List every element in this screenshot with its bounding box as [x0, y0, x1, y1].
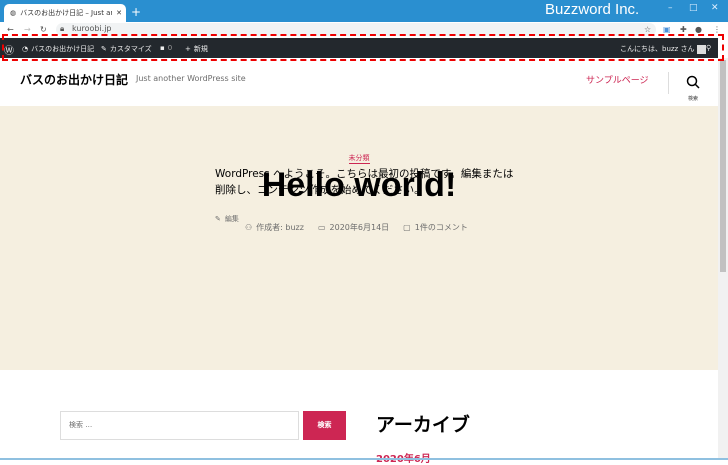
archive-title: アーカイブ — [376, 414, 470, 436]
post-author[interactable]: 作成者: buzz — [256, 222, 304, 233]
menu-icon[interactable]: ⋮ — [713, 25, 721, 34]
lock-icon: 🔒︎ — [60, 24, 65, 33]
site-tagline: Just another WordPress site — [136, 74, 246, 83]
title-bar: ◍ バスのお出かけ日記 – Just another ✕ + Buzzword … — [0, 0, 728, 22]
minimize-button[interactable]: – — [668, 3, 673, 13]
search-icon — [686, 75, 700, 89]
star-icon[interactable]: ☆ — [644, 25, 651, 34]
edit-icon: ✎ — [215, 215, 221, 223]
post-content: WordPress へようこそ。こちらは最初の投稿です。編集または削除し、コンテ… — [215, 168, 514, 196]
nav-sample-page[interactable]: サンプルページ — [586, 73, 649, 86]
post-meta: ⚇ 作成者: buzz ▭ 2020年6月14日 ▢ 1件のコメント — [245, 222, 468, 233]
reload-icon[interactable]: ↻ — [40, 25, 47, 34]
tab-title: バスのお出かけ日記 – Just another — [20, 9, 112, 17]
edit-link[interactable]: ✎ 編集 — [215, 214, 239, 224]
highlight-box — [2, 34, 724, 61]
post-date[interactable]: 2020年6月14日 — [330, 222, 390, 233]
category-link[interactable]: 未分類 — [348, 154, 370, 164]
divider — [668, 72, 669, 94]
widget-search-button[interactable]: 検索 — [303, 411, 346, 440]
edit-label: 編集 — [224, 215, 239, 223]
back-icon[interactable]: ← — [7, 25, 14, 34]
puzzle-icon[interactable]: ✚ — [680, 25, 687, 34]
browser-tab[interactable]: ◍ バスのお出かけ日記 – Just another ✕ — [4, 4, 126, 22]
comment-icon: ▢ — [403, 223, 411, 232]
profile-icon[interactable]: ● — [695, 25, 702, 34]
extension-icon[interactable]: ▣ — [663, 25, 671, 34]
globe-icon: ◍ — [10, 9, 17, 17]
new-tab-button[interactable]: + — [131, 5, 141, 19]
maximize-button[interactable]: □ — [689, 3, 698, 13]
calendar-icon: ▭ — [317, 223, 326, 232]
forward-icon[interactable]: → — [24, 25, 31, 34]
scrollbar-thumb[interactable] — [720, 60, 726, 272]
site-header: バスのお出かけ日記 Just another WordPress site サン… — [0, 58, 718, 106]
site-title[interactable]: バスのお出かけ日記 — [20, 71, 128, 88]
search-label: 検索 — [687, 96, 698, 102]
header-search-button[interactable]: 検索 — [682, 74, 704, 102]
user-icon: ⚇ — [245, 223, 253, 232]
post-comments[interactable]: 1件のコメント — [415, 222, 468, 233]
close-tab-icon[interactable]: ✕ — [116, 9, 122, 17]
brand-watermark: Buzzword Inc. — [545, 1, 640, 18]
url-text: kuroobi.jp — [72, 24, 112, 33]
widget-search-input[interactable]: 検索 … — [60, 411, 299, 440]
close-window-button[interactable]: ✕ — [711, 3, 719, 13]
post-hero: 未分類 Hello world! ⚇ 作成者: buzz ▭ 2020年6月14日 … — [0, 106, 718, 370]
